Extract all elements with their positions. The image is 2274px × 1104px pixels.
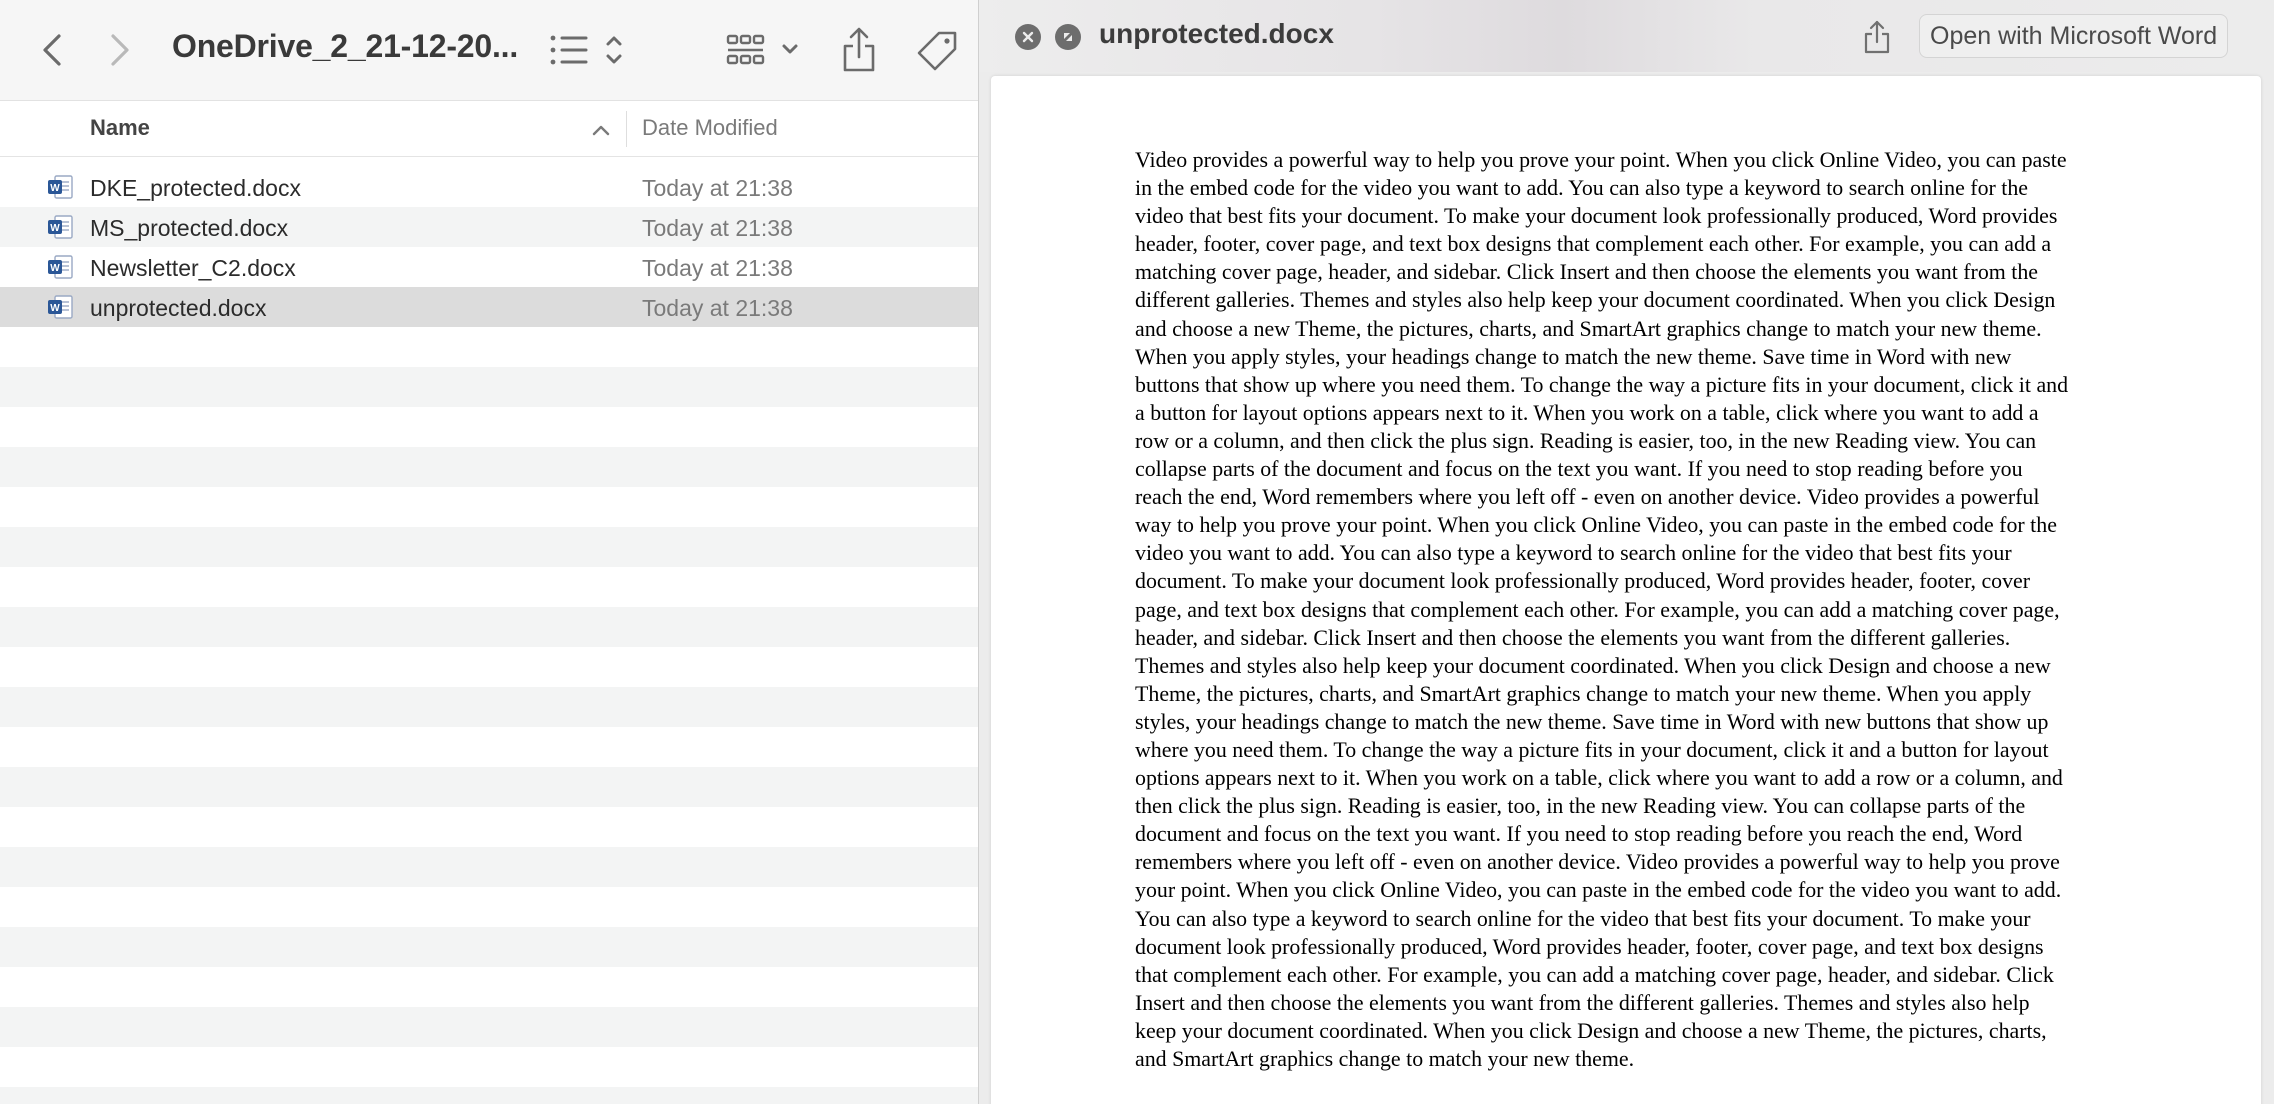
finder-toolbar: OneDrive_2_21-12-20... — [0, 0, 978, 101]
empty-row — [0, 967, 978, 1007]
file-date: Today at 21:38 — [642, 215, 793, 241]
preview-title: unprotected.docx — [1099, 18, 1334, 49]
back-button[interactable] — [30, 26, 74, 74]
column-date-modified-header[interactable]: Date Modified — [642, 115, 778, 141]
empty-row — [0, 927, 978, 967]
preview-share-button[interactable] — [1857, 16, 1897, 58]
empty-row — [0, 1087, 978, 1104]
fullscreen-icon — [1064, 33, 1072, 41]
fullscreen-button[interactable] — [1055, 24, 1081, 50]
file-date: Today at 21:38 — [642, 255, 793, 281]
empty-row — [0, 887, 978, 927]
close-icon — [1022, 31, 1034, 43]
file-date: Today at 21:38 — [642, 175, 793, 201]
empty-row — [0, 367, 978, 407]
grid-view-icon — [726, 34, 798, 65]
file-row[interactable]: W MS_protected.docx Today at 21:38 — [0, 207, 978, 247]
empty-row — [0, 647, 978, 687]
file-date: Today at 21:38 — [642, 295, 793, 321]
file-row[interactable]: W Newsletter_C2.docx Today at 21:38 — [0, 247, 978, 287]
close-button[interactable] — [1015, 24, 1041, 50]
file-row-selected[interactable]: W unprotected.docx Today at 21:38 — [0, 287, 978, 327]
sort-ascending-icon[interactable] — [590, 119, 612, 141]
empty-row — [0, 447, 978, 487]
file-list: W DKE_protected.docx Today at 21:38 W MS… — [0, 167, 978, 1104]
empty-row — [0, 567, 978, 607]
empty-row — [0, 847, 978, 887]
empty-row — [0, 607, 978, 647]
column-divider[interactable] — [626, 111, 627, 147]
word-document-icon: W — [48, 215, 73, 239]
empty-row — [0, 527, 978, 567]
quick-look-preview: unprotected.docx Open with Microsoft Wor… — [978, 0, 2274, 1104]
document-page: Video provides a powerful way to help yo… — [991, 76, 2261, 1104]
empty-row — [0, 727, 978, 767]
empty-row — [0, 687, 978, 727]
preview-titlebar: unprotected.docx Open with Microsoft Wor… — [979, 0, 2274, 72]
word-document-icon: W — [48, 255, 73, 279]
share-icon — [843, 27, 875, 72]
word-document-icon: W — [48, 175, 73, 199]
svg-text:W: W — [50, 223, 60, 234]
file-name: Newsletter_C2.docx — [90, 255, 296, 281]
tag-icon — [917, 31, 957, 71]
empty-row — [0, 1007, 978, 1047]
open-with-word-button[interactable]: Open with Microsoft Word — [1919, 14, 2229, 58]
chevron-right-icon — [111, 34, 129, 66]
chevron-left-icon — [43, 34, 61, 66]
empty-row — [0, 807, 978, 847]
document-body-text: Video provides a powerful way to help yo… — [1135, 147, 2069, 1071]
forward-button[interactable] — [98, 26, 142, 74]
file-row[interactable]: W DKE_protected.docx Today at 21:38 — [0, 167, 978, 207]
empty-row — [0, 487, 978, 527]
list-view-button[interactable] — [548, 28, 642, 72]
finder-window: OneDrive_2_21-12-20... Name Date Modifie… — [0, 0, 978, 1104]
group-button[interactable] — [726, 28, 802, 72]
file-name: DKE_protected.docx — [90, 175, 301, 201]
svg-text:W: W — [50, 183, 60, 194]
share-icon — [1864, 20, 1890, 54]
svg-text:W: W — [50, 263, 60, 274]
empty-row — [0, 407, 978, 447]
empty-row — [0, 327, 978, 367]
empty-row — [0, 1047, 978, 1087]
file-name: unprotected.docx — [90, 295, 267, 321]
file-name: MS_protected.docx — [90, 215, 289, 241]
column-header: Name Date Modified — [0, 101, 978, 157]
list-view-icon — [550, 35, 622, 65]
folder-title: OneDrive_2_21-12-20... — [172, 28, 519, 64]
svg-text:W: W — [50, 303, 60, 314]
tag-button[interactable] — [912, 26, 962, 76]
empty-row — [0, 767, 978, 807]
word-document-icon: W — [48, 295, 73, 319]
share-button[interactable] — [834, 24, 884, 76]
column-name-header[interactable]: Name — [90, 115, 150, 141]
